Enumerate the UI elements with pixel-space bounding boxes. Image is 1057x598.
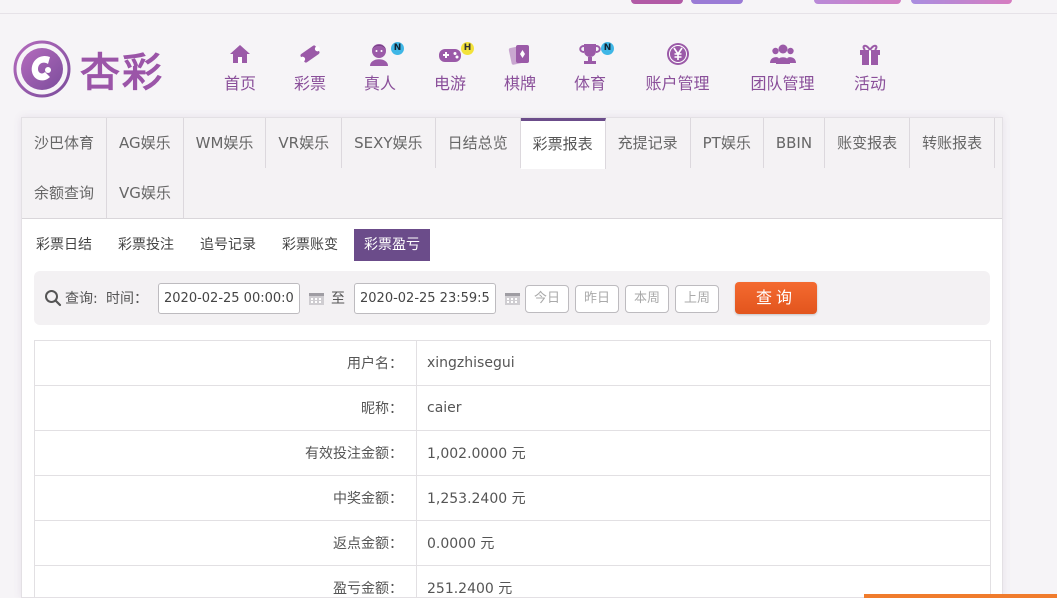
range-separator: 至 <box>331 291 345 307</box>
nav-item-label: 真人 <box>363 74 396 93</box>
field-label: 盈亏金额： <box>34 565 417 598</box>
top-button[interactable] <box>691 0 743 4</box>
top-button[interactable] <box>911 0 1012 4</box>
table-row: 盈亏金额： 251.2400 元 <box>34 565 991 598</box>
table-row: 用户名： xingzhisegui <box>34 340 991 386</box>
report-tab[interactable]: VG娱乐 <box>107 168 184 218</box>
report-tab[interactable]: 沙巴体育 <box>22 118 108 168</box>
logo[interactable]: 杏彩 <box>12 38 172 100</box>
nav-item-label: 首页 <box>223 74 256 93</box>
lottery-subtab[interactable]: 彩票日结 <box>26 229 102 261</box>
lottery-subtab[interactable]: 彩票账变 <box>272 229 348 261</box>
nav-item-label: 体育 <box>573 74 606 93</box>
calendar-icon[interactable] <box>308 290 325 306</box>
search-button[interactable]: 查询 <box>735 282 817 314</box>
field-value: 1,002.0000 元 <box>416 430 991 476</box>
nav-item[interactable]: N 真人 <box>345 40 415 100</box>
lottery-subtab[interactable]: 追号记录 <box>190 229 266 261</box>
report-tab[interactable]: 日结总览 <box>436 118 521 168</box>
nav-item-label: 棋牌 <box>503 74 536 93</box>
nav-item[interactable]: 棋牌 <box>485 40 555 100</box>
nav-badge: N <box>601 42 614 55</box>
nav-item[interactable]: 账户管理 <box>625 40 730 100</box>
brand-name: 杏彩 <box>80 49 164 96</box>
nav-badge: H <box>461 42 474 55</box>
home-icon <box>230 45 250 63</box>
calendar-icon[interactable] <box>504 290 521 306</box>
bottom-bar[interactable] <box>864 594 1057 598</box>
cards-icon <box>508 45 529 65</box>
time-label: 时间： <box>106 291 148 307</box>
live-dealer-icon <box>370 44 388 66</box>
field-label: 返点金额： <box>34 520 417 566</box>
nav-item-label: 账户管理 <box>645 74 710 93</box>
lottery-subtab[interactable]: 彩票盈亏 <box>354 229 430 261</box>
nav-item-label: 电游 <box>433 74 466 93</box>
nav-item-label: 活动 <box>853 74 886 93</box>
nav-item-label: 彩票 <box>293 74 326 93</box>
field-label: 中奖金额： <box>34 475 417 521</box>
report-tab[interactable]: SEXY娱乐 <box>342 118 436 168</box>
report-tabs: 沙巴体育 AG娱乐 WM娱乐 VR娱乐 SEXY娱乐 日结总览 彩票报表 充提记录 PT娱乐 BB… <box>22 118 1002 219</box>
top-strip <box>0 0 1057 14</box>
nav-item[interactable]: H 电游 <box>415 40 485 100</box>
table-row: 返点金额： 0.0000 元 <box>34 520 991 566</box>
end-time-input[interactable] <box>354 283 496 314</box>
field-value: xingzhisegui <box>416 340 991 386</box>
report-tab[interactable]: 充提记录 <box>606 118 691 168</box>
query-bar: 查询: 时间： 至 今日 昨日 本周 上周 查询 <box>34 271 990 325</box>
lottery-subtabs: 彩票日结 彩票投注 追号记录 彩票账变 彩票盈亏 <box>26 229 436 261</box>
field-label: 用户名： <box>34 340 417 386</box>
query-label: 查询: <box>65 291 98 307</box>
gift-icon <box>860 44 880 65</box>
nav-item[interactable]: 团队管理 <box>730 40 835 100</box>
report-tab[interactable]: AG娱乐 <box>107 118 184 168</box>
lottery-subtab[interactable]: 彩票投注 <box>108 229 184 261</box>
field-value: caier <box>416 385 991 431</box>
table-row: 中奖金额： 1,253.2400 元 <box>34 475 991 521</box>
yesterday-button[interactable]: 昨日 <box>575 285 619 313</box>
report-tab[interactable]: 余额查询 <box>22 168 108 218</box>
report-tab[interactable]: 转账报表 <box>910 118 996 168</box>
main-nav: 首页 彩票 N 真人 H 电游 棋牌 N 体育 账户管理 团队管理 活动 <box>205 40 905 100</box>
start-time-input[interactable] <box>158 283 300 314</box>
today-button[interactable]: 今日 <box>525 285 569 313</box>
field-value: 1,253.2400 元 <box>416 475 991 521</box>
last-week-button[interactable]: 上周 <box>675 285 719 313</box>
gamepad-icon <box>439 49 461 62</box>
report-tab[interactable]: 账变报表 <box>825 118 911 168</box>
table-row: 昵称： caier <box>34 385 991 431</box>
report-tab[interactable]: PT娱乐 <box>691 118 764 168</box>
this-week-button[interactable]: 本周 <box>625 285 669 313</box>
report-tab[interactable]: 彩票报表 <box>520 118 606 169</box>
nav-item[interactable]: 首页 <box>205 40 275 100</box>
search-icon <box>45 290 62 307</box>
nav-item[interactable]: N 体育 <box>555 40 625 100</box>
lottery-ticket-icon <box>300 45 320 63</box>
nav-badge: N <box>391 42 404 55</box>
field-value: 0.0000 元 <box>416 520 991 566</box>
nav-item[interactable]: 彩票 <box>275 40 345 100</box>
logo-mark-icon <box>13 40 71 98</box>
trophy-icon <box>579 44 601 64</box>
profit-loss-table: 用户名： xingzhisegui 昵称： caier 有效投注金额： 1,002.000… <box>34 340 991 598</box>
field-label: 昵称： <box>34 385 417 431</box>
nav-item[interactable]: 活动 <box>835 40 905 100</box>
table-row: 有效投注金额： 1,002.0000 元 <box>34 430 991 476</box>
field-label: 有效投注金额： <box>34 430 417 476</box>
top-button[interactable] <box>631 0 683 4</box>
report-tab[interactable]: VR娱乐 <box>266 118 343 168</box>
report-panel: 沙巴体育 AG娱乐 WM娱乐 VR娱乐 SEXY娱乐 日结总览 彩票报表 充提记录 PT娱乐 BB… <box>21 117 1003 598</box>
team-icon <box>769 44 796 64</box>
yen-coin-icon <box>666 43 689 65</box>
report-tab[interactable]: WM娱乐 <box>184 118 267 168</box>
top-button[interactable] <box>814 0 901 4</box>
nav-item-label: 团队管理 <box>750 74 815 93</box>
report-tab[interactable]: BBIN <box>764 118 826 168</box>
